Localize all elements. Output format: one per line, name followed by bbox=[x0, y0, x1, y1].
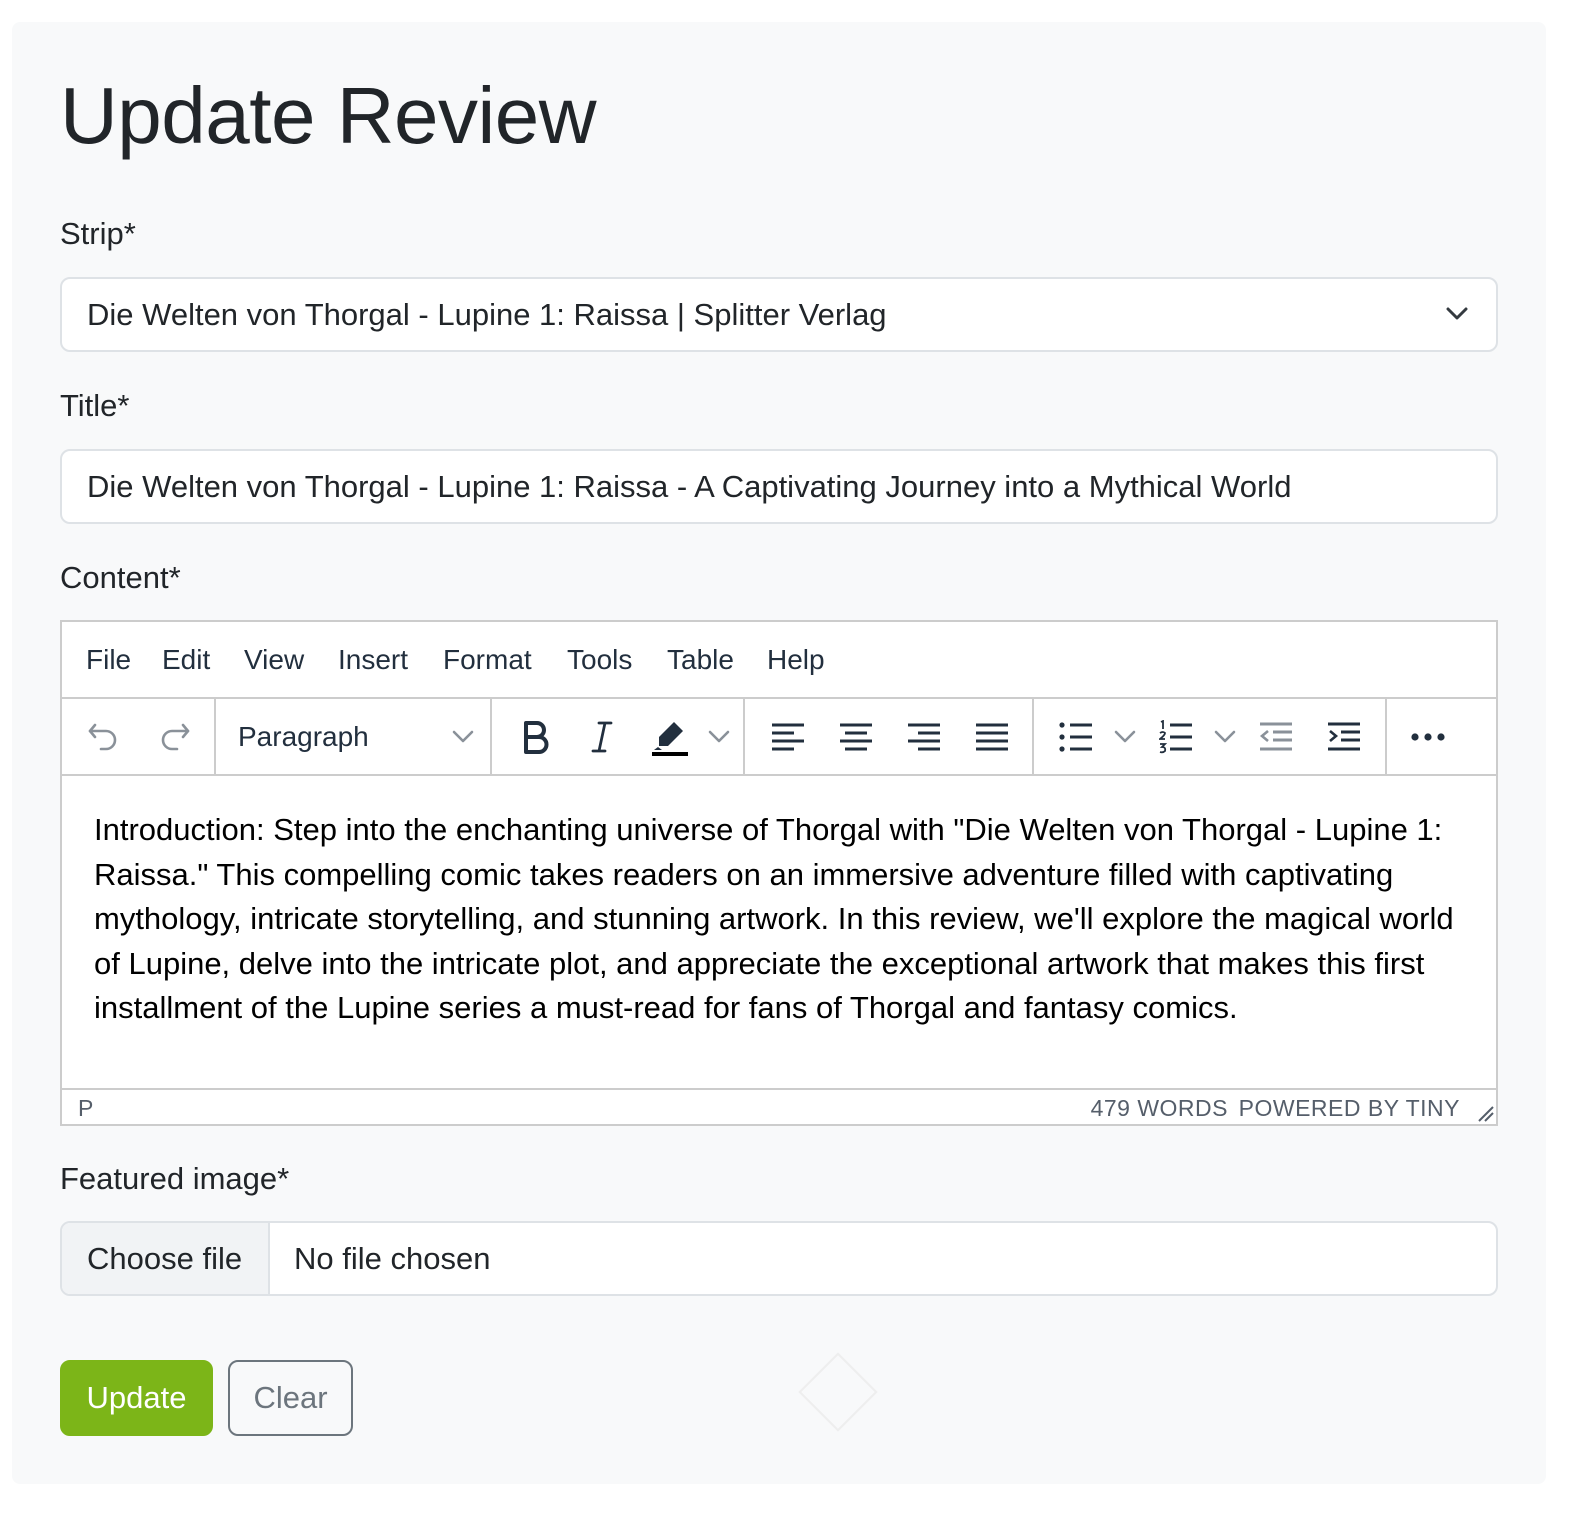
indent-button[interactable] bbox=[1320, 713, 1368, 761]
align-left-icon bbox=[772, 723, 804, 751]
highlight-dropdown[interactable] bbox=[704, 713, 734, 761]
editor-menubar: File Edit View Insert Format Tools Table… bbox=[62, 622, 1496, 699]
numbered-list-icon bbox=[1159, 720, 1192, 754]
redo-button[interactable] bbox=[150, 713, 198, 761]
editor-content[interactable]: Introduction: Step into the enchanting u… bbox=[94, 808, 1456, 1031]
chevron-down-icon bbox=[452, 730, 474, 743]
chevron-down-icon bbox=[1446, 307, 1468, 320]
more-button[interactable] bbox=[1404, 713, 1452, 761]
bold-button[interactable] bbox=[512, 713, 560, 761]
powered-by-link[interactable]: POWERED BY TINY bbox=[1239, 1095, 1460, 1122]
menu-table[interactable]: Table bbox=[667, 644, 734, 676]
block-format-value: Paragraph bbox=[238, 721, 369, 752]
block-format-select[interactable]: Paragraph bbox=[224, 713, 488, 761]
justify-icon bbox=[976, 723, 1008, 751]
file-status: No file chosen bbox=[294, 1241, 491, 1276]
menu-edit[interactable]: Edit bbox=[162, 644, 210, 676]
align-right-icon bbox=[908, 723, 940, 751]
editor-statusbar: P 479 WORDS POWERED BY TINY bbox=[62, 1088, 1496, 1124]
strip-select-value: Die Welten von Thorgal - Lupine 1: Raiss… bbox=[87, 297, 887, 332]
outdent-button[interactable] bbox=[1252, 713, 1300, 761]
page-title: Update Review bbox=[60, 71, 597, 160]
rich-text-editor: File Edit View Insert Format Tools Table… bbox=[60, 620, 1498, 1126]
content-label: Content* bbox=[60, 560, 181, 595]
title-label: Title* bbox=[60, 388, 130, 423]
resize-icon[interactable] bbox=[1476, 1104, 1494, 1122]
align-left-button[interactable] bbox=[764, 713, 812, 761]
update-button[interactable]: Update bbox=[60, 1360, 213, 1436]
align-right-button[interactable] bbox=[900, 713, 948, 761]
outdent-icon bbox=[1259, 722, 1292, 751]
bullet-list-dropdown[interactable] bbox=[1110, 713, 1140, 761]
numbered-list-button[interactable] bbox=[1152, 713, 1200, 761]
italic-icon bbox=[591, 721, 613, 753]
menu-tools[interactable]: Tools bbox=[567, 644, 632, 676]
bold-icon bbox=[524, 721, 549, 754]
italic-button[interactable] bbox=[578, 713, 626, 761]
menu-view[interactable]: View bbox=[244, 644, 304, 676]
choose-file-button[interactable]: Choose file bbox=[62, 1223, 270, 1294]
undo-icon bbox=[88, 723, 117, 751]
title-input[interactable]: Die Welten von Thorgal - Lupine 1: Raiss… bbox=[60, 449, 1498, 524]
justify-button[interactable] bbox=[968, 713, 1016, 761]
word-count[interactable]: 479 WORDS bbox=[1091, 1095, 1228, 1122]
featured-image-input[interactable]: Choose file No file chosen bbox=[60, 1221, 1498, 1296]
align-center-button[interactable] bbox=[832, 713, 880, 761]
strip-select[interactable]: Die Welten von Thorgal - Lupine 1: Raiss… bbox=[60, 277, 1498, 352]
bullet-list-button[interactable] bbox=[1052, 713, 1100, 761]
menu-help[interactable]: Help bbox=[767, 644, 825, 676]
chevron-down-icon bbox=[708, 730, 730, 743]
indent-icon bbox=[1328, 722, 1360, 751]
highlight-button[interactable] bbox=[646, 713, 694, 761]
numbered-list-dropdown[interactable] bbox=[1210, 713, 1240, 761]
element-path[interactable]: P bbox=[78, 1095, 93, 1122]
clear-button[interactable]: Clear bbox=[228, 1360, 353, 1436]
editor-toolbar: Paragraph bbox=[62, 699, 1496, 776]
bullet-list-icon bbox=[1059, 722, 1092, 752]
undo-button[interactable] bbox=[80, 713, 128, 761]
highlight-icon bbox=[652, 722, 688, 756]
menu-format[interactable]: Format bbox=[443, 644, 532, 676]
featured-image-label: Featured image* bbox=[60, 1161, 290, 1196]
strip-label: Strip* bbox=[60, 216, 136, 251]
menu-insert[interactable]: Insert bbox=[338, 644, 408, 676]
menu-file[interactable]: File bbox=[86, 644, 131, 676]
align-center-icon bbox=[840, 723, 872, 751]
title-input-value: Die Welten von Thorgal - Lupine 1: Raiss… bbox=[87, 469, 1292, 504]
redo-icon bbox=[161, 723, 190, 751]
chevron-down-icon bbox=[1214, 730, 1236, 743]
chevron-down-icon bbox=[1114, 730, 1136, 743]
more-icon bbox=[1411, 733, 1445, 741]
